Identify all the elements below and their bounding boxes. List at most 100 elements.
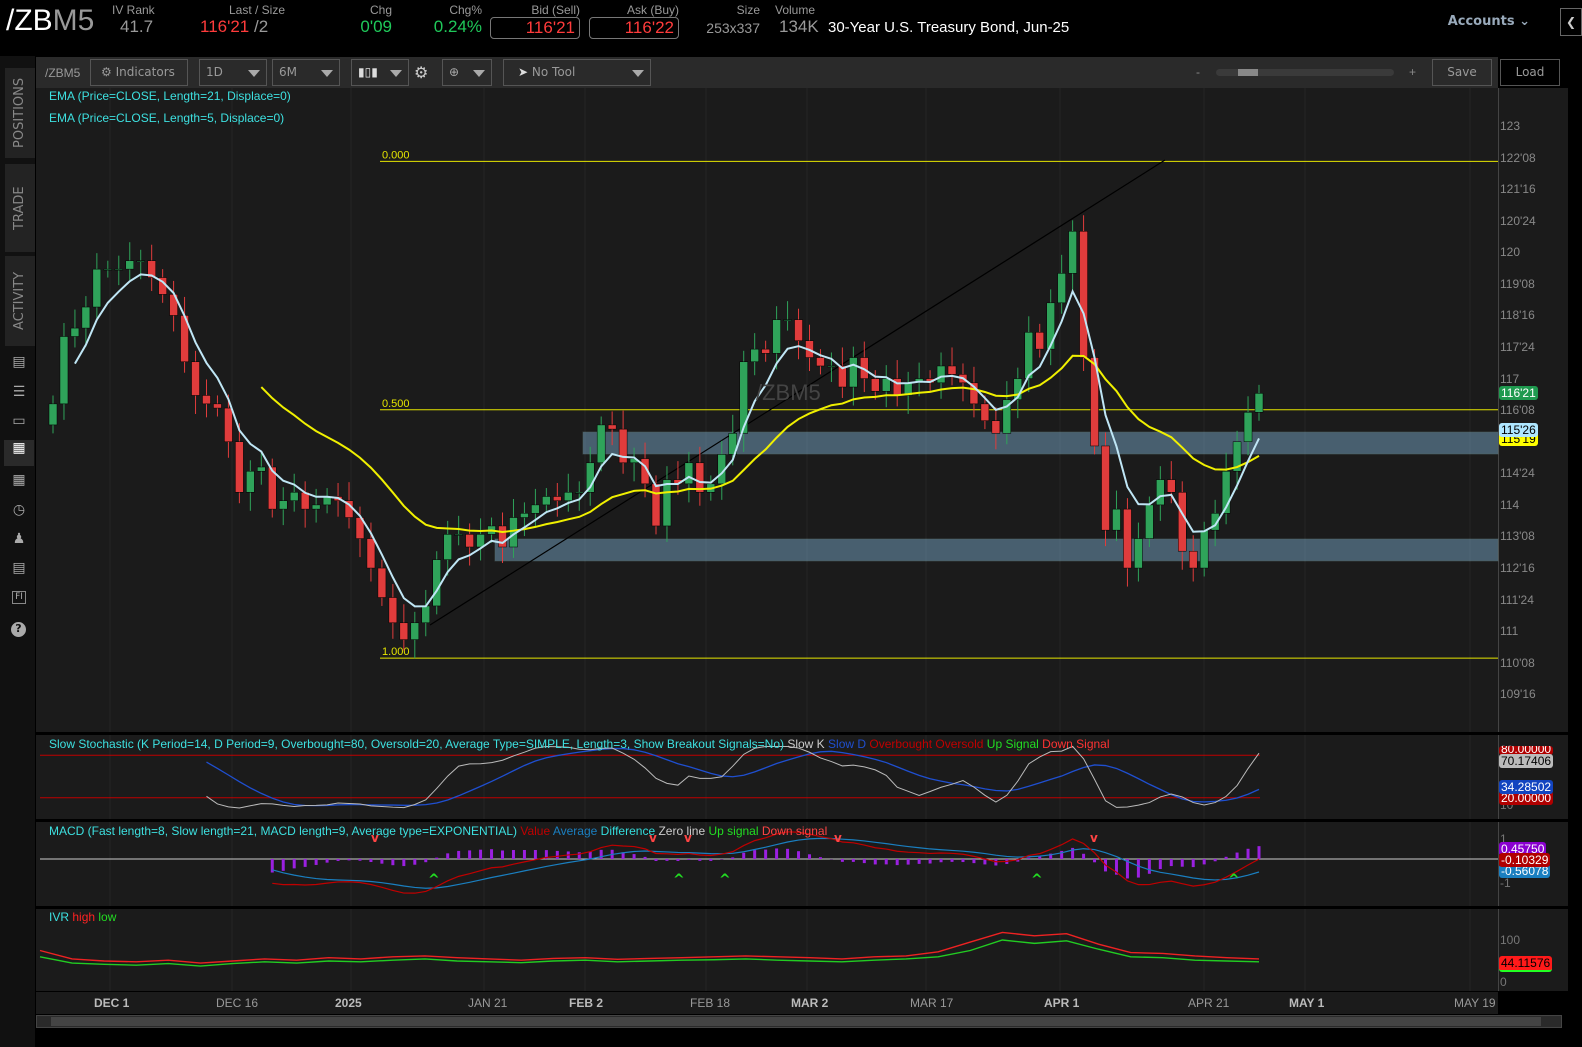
fib-level-label: 0.500 — [382, 398, 410, 410]
date-tick: APR 1 — [1044, 996, 1080, 1010]
price-tick: 118'16 — [1500, 308, 1535, 323]
candle-body — [575, 492, 584, 494]
up-signal-arrow: ^ — [1228, 872, 1240, 888]
date-tick: 2025 — [335, 996, 362, 1010]
date-tick: MAY 19 — [1454, 996, 1496, 1010]
candle-body — [278, 500, 288, 510]
candle-body — [794, 319, 803, 341]
price-tick: 121'16 — [1500, 182, 1536, 197]
candle-body — [399, 622, 409, 640]
candle-body — [1134, 538, 1143, 569]
candle-body — [607, 424, 617, 430]
candle-body — [48, 403, 58, 426]
up-signal-arrow: ^ — [719, 872, 731, 888]
legend-item: Average — [550, 824, 598, 838]
legend-item: Difference — [597, 824, 656, 838]
candle-body — [881, 378, 891, 392]
fib-level-label: 0.000 — [382, 149, 410, 161]
candle-body — [991, 420, 1001, 434]
candle-body — [235, 441, 244, 493]
candle-body — [191, 361, 200, 396]
candle-body — [849, 357, 858, 388]
price-tick: 117'24 — [1500, 340, 1535, 355]
price-tick: 111 — [1500, 624, 1519, 639]
candle-body — [772, 319, 781, 354]
candle-body — [202, 395, 211, 405]
price-tick: 112'16 — [1500, 561, 1535, 576]
legend-item: Zero line — [655, 824, 706, 838]
candle-body — [596, 424, 606, 464]
candle-body — [410, 622, 420, 640]
ema5-study-label[interactable]: EMA (Price=CLOSE, Length=5, Displace=0) — [49, 111, 284, 125]
macd-average-line — [272, 837, 1260, 889]
price-tick: 114 — [1500, 497, 1520, 512]
macd-tick-neg1: -1 — [1500, 876, 1511, 890]
price-tick: 117 — [1500, 371, 1520, 386]
fib-level-label: 1.000 — [382, 646, 410, 658]
candle-body — [564, 492, 573, 501]
date-tick: DEC 1 — [94, 996, 130, 1010]
legend-item: Slow K — [784, 737, 825, 751]
candle-body — [224, 407, 233, 443]
price-tick: 111'24 — [1500, 592, 1534, 607]
candle-body — [1112, 508, 1121, 531]
symbol-watermark: /ZBM5 — [756, 380, 821, 405]
date-tick: FEB 2 — [569, 996, 604, 1010]
price-tick: 120 — [1500, 245, 1521, 260]
price-tick: 109'16 — [1500, 687, 1536, 702]
candle-body — [465, 534, 474, 548]
candle-body — [1101, 445, 1110, 531]
candle-body — [432, 559, 441, 607]
ema5-tag: 115'26 — [1499, 423, 1538, 437]
candle-body — [531, 504, 540, 514]
date-tick: JAN 21 — [468, 996, 508, 1010]
candle-body — [1079, 231, 1088, 358]
candle-body — [1156, 479, 1165, 506]
legend-item: Down signal — [758, 824, 828, 838]
candle-body — [1188, 550, 1198, 569]
candle-body — [1145, 504, 1154, 539]
candle-body — [1123, 508, 1132, 569]
candle-body — [377, 567, 387, 598]
candle-body — [871, 378, 880, 392]
candle-body — [213, 403, 222, 409]
candle-body — [1024, 332, 1034, 379]
macd-study-label[interactable]: MACD (Fast length=8, Slow length=21, MAC… — [49, 824, 827, 838]
legend-item: low — [95, 910, 117, 924]
candle-body — [1035, 332, 1044, 350]
candle-body — [947, 365, 957, 375]
up-signal-arrow: ^ — [428, 872, 440, 888]
candle-body — [136, 260, 145, 262]
candle-body — [662, 479, 672, 527]
candle-body — [783, 319, 792, 321]
stochastic-study-label[interactable]: Slow Stochastic (K Period=14, D Period=9… — [49, 737, 1110, 751]
candle-body — [1068, 231, 1077, 274]
support-resistance-zone — [494, 538, 1499, 562]
candle-body — [443, 534, 452, 560]
candle-body — [103, 268, 113, 271]
candle-body — [761, 348, 770, 354]
ivr-study-label[interactable]: IVR high low — [49, 910, 116, 924]
price-tick: 123 — [1500, 119, 1521, 133]
candle-body — [1243, 412, 1253, 442]
up-signal-arrow: ^ — [673, 872, 685, 888]
date-tick: DEC 16 — [216, 996, 259, 1010]
legend-item: Value — [517, 824, 551, 838]
candle-body — [651, 483, 661, 527]
candle-body — [980, 403, 990, 421]
candle-body — [366, 538, 376, 569]
candle-body — [1167, 479, 1176, 493]
price-tick: 113'08 — [1500, 529, 1535, 544]
slow-d-line — [206, 747, 1260, 807]
candle-body — [1057, 273, 1066, 304]
stoch-d-tag: 34.28502 — [1499, 780, 1554, 794]
candle-body — [695, 462, 705, 493]
candle-body — [542, 496, 551, 506]
price-tick: 110'08 — [1500, 655, 1535, 670]
ivr-tick-0: 0 — [1500, 975, 1507, 989]
legend-item: Down Signal — [1038, 737, 1110, 751]
price-tick: 114'24 — [1500, 466, 1535, 481]
date-tick: MAY 1 — [1289, 996, 1325, 1010]
ema21-study-label[interactable]: EMA (Price=CLOSE, Length=21, Displace=0) — [49, 89, 291, 103]
ivr-tick-100: 100 — [1500, 933, 1521, 947]
